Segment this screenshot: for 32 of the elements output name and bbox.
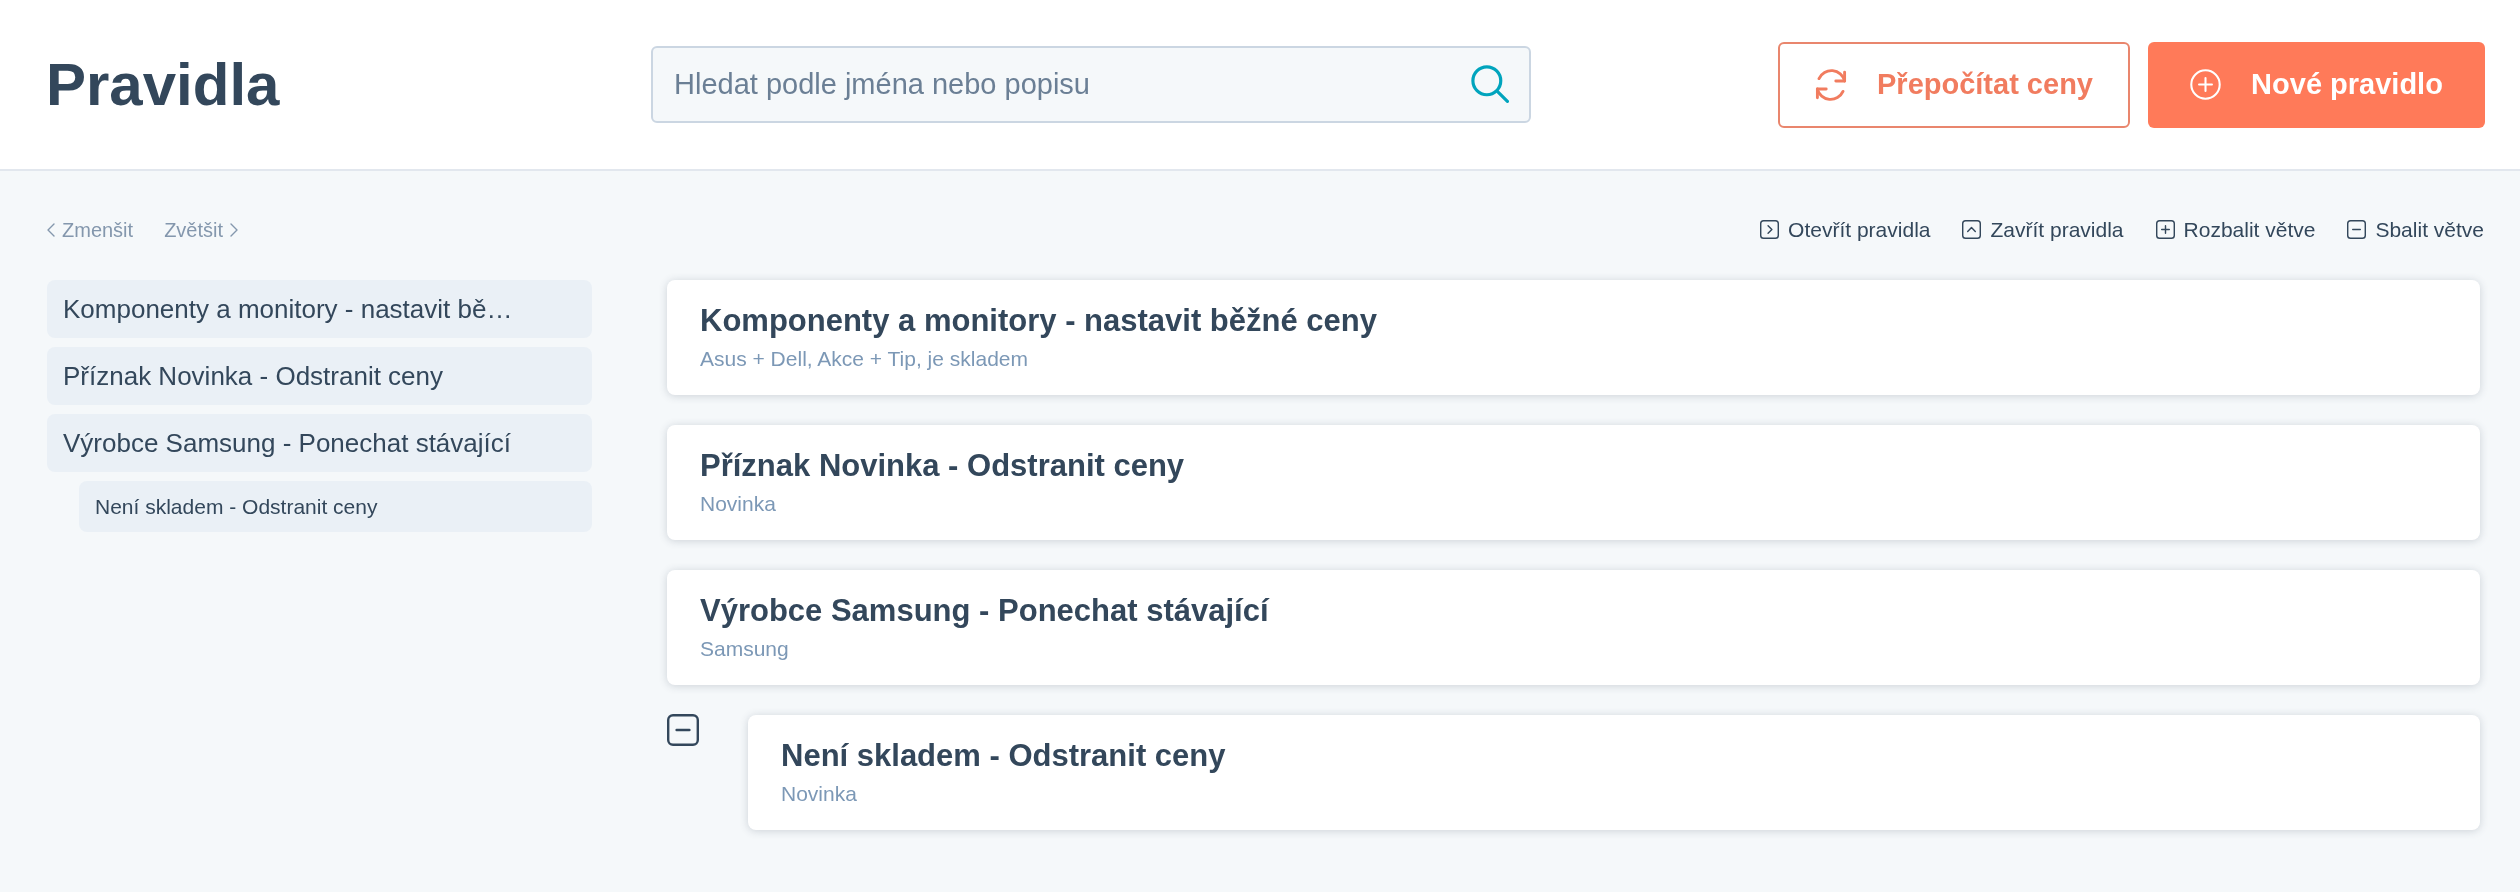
search-field[interactable]: Hledat podle jména nebo popisu (651, 46, 1531, 123)
collapse-branches-button[interactable]: Sbalit větve (2347, 213, 2484, 246)
rule-conditions: Novinka (781, 780, 858, 807)
page-title: Pravidla (46, 49, 280, 120)
square-chevron-right-icon (1760, 220, 1780, 239)
rule-title: Komponenty a monitory - nastavit běžné ceny (700, 301, 1378, 340)
square-plus-icon (2155, 220, 2175, 239)
rule-card[interactable]: Není skladem - Odstranit ceny Novinka (748, 715, 2480, 830)
rule-conditions: Samsung (700, 635, 790, 662)
circle-plus-icon (2190, 69, 2222, 100)
rule-conditions: Asus + Dell, Akce + Tip, je skladem (700, 345, 1029, 372)
chevron-left-icon (47, 222, 55, 237)
square-minus-icon[interactable] (667, 714, 699, 746)
chevron-right-icon (230, 222, 239, 237)
rule-title: Není skladem - Odstranit ceny (781, 736, 1227, 775)
refresh-icon (1815, 68, 1847, 101)
rule-title: Příznak Novinka - Odstranit ceny (700, 446, 1186, 485)
search-icon[interactable] (1471, 65, 1509, 103)
open-rules-button[interactable]: Otevřít pravidla (1760, 213, 1931, 246)
square-minus-icon (2347, 220, 2367, 239)
rule-card[interactable]: Výrobce Samsung - Ponechat stávající Samsung (667, 570, 2480, 685)
rule-card[interactable]: Komponenty a monitory - nastavit běžné ceny Asus + Dell, Akce + Tip, je skladem (667, 280, 2480, 395)
close-rules-button[interactable]: Zavřít pravidla (1962, 213, 2124, 246)
sidebar-item[interactable]: Příznak Novinka - Odstranit ceny (47, 347, 592, 405)
sidebar-subitem[interactable]: Není skladem - Odstranit ceny (79, 481, 592, 532)
rule-conditions: Novinka (700, 490, 777, 517)
rule-card[interactable]: Příznak Novinka - Odstranit ceny Novinka (667, 425, 2480, 540)
square-chevron-up-icon (1962, 220, 1982, 239)
sidebar-item[interactable]: Výrobce Samsung - Ponechat stávající (47, 414, 592, 472)
expand-branches-button[interactable]: Rozbalit větve (2155, 213, 2316, 246)
rule-title: Výrobce Samsung - Ponechat stávající (700, 591, 1271, 630)
sidebar-item[interactable]: Komponenty a monitory - nastavit bě… (47, 280, 592, 338)
